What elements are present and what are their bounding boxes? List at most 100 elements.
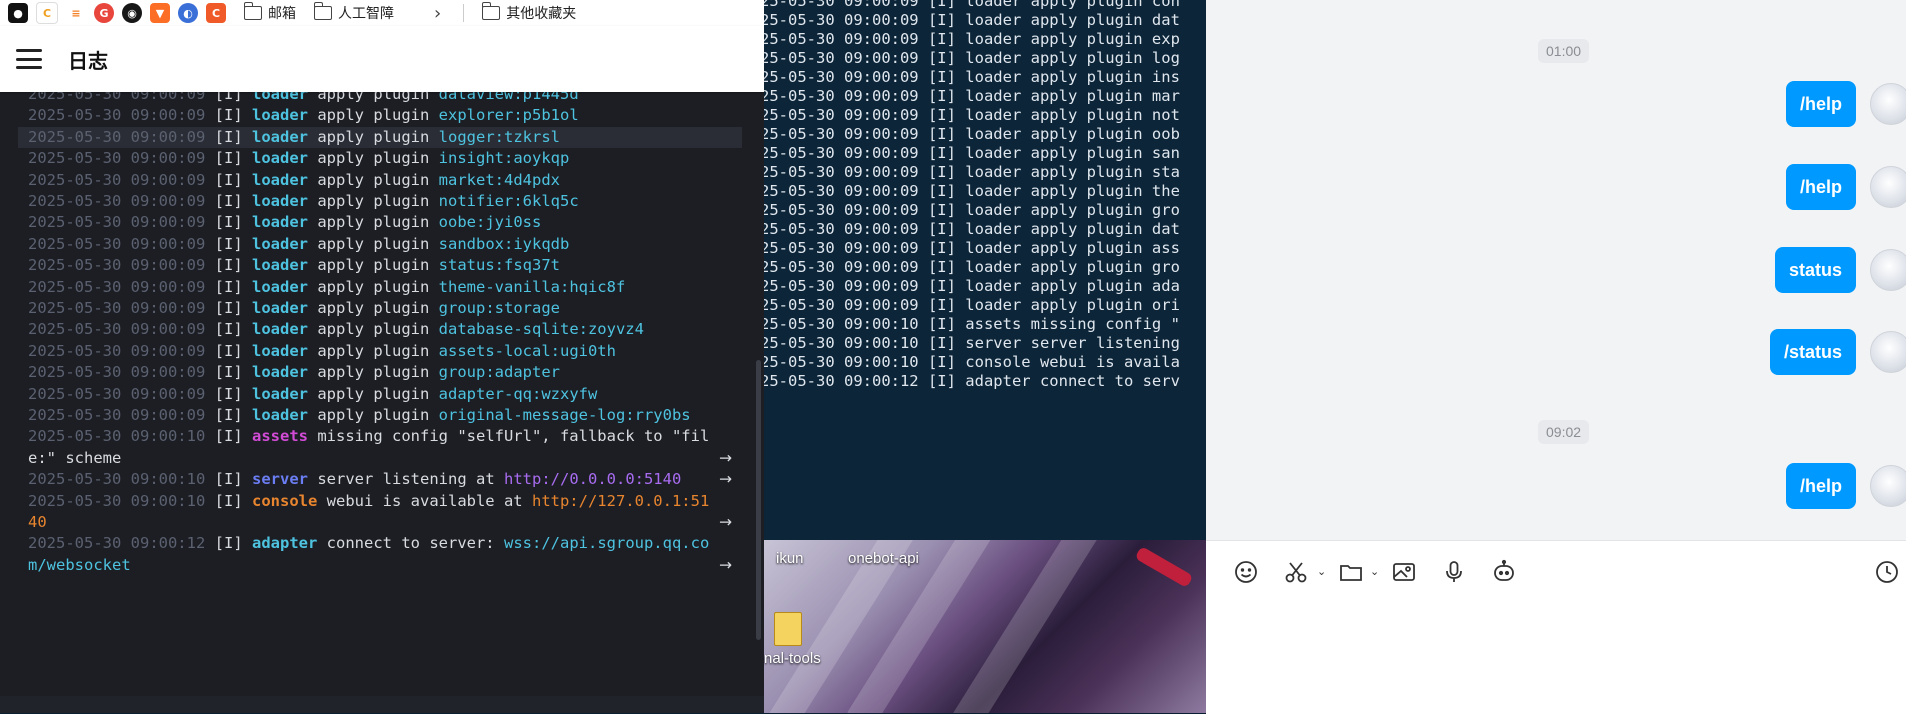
chevron-right-icon[interactable]: › [434,3,441,24]
log-entry: 2025-05-30 09:00:09 [I] loader apply plu… [18,126,742,149]
avatar[interactable] [1870,249,1906,291]
clock-icon[interactable] [1872,557,1902,587]
log-timestamp: 2025-05-30 09:00:09 [28,106,206,125]
log-message: missing config "selfUrl", fallback to "f… [317,427,710,446]
time-chip: 09:02 [1538,420,1590,444]
chevron-down-icon[interactable]: ⌄ [1317,565,1326,578]
chevron-down-icon[interactable]: ⌄ [1370,565,1379,578]
desktop-icon-label[interactable]: nal-tools [764,650,821,667]
message-bubble[interactable]: status [1774,247,1856,293]
log-message: apply plugin [317,106,430,125]
log-level: [I] [214,341,243,360]
log-plugin-name: insight:aoykqp [438,149,570,168]
log-level: [I] [214,384,243,403]
folder-icon [481,2,501,20]
arrow-right-icon[interactable]: → [719,448,732,469]
terminal-line: 25-05-30 09:00:12 [I] adapter connect to… [764,372,1180,390]
image-icon[interactable] [1389,557,1419,587]
log-message: server listening at [317,470,495,489]
app-icon-2[interactable]: C [36,2,58,24]
scrollbar[interactable] [756,360,761,640]
c-app-icon[interactable]: C [206,3,226,23]
log-level: [I] [214,470,243,489]
google-icon[interactable]: G [94,3,114,23]
app-icon-1[interactable]: ● [8,3,28,23]
gitlab-icon[interactable]: ▼ [150,3,170,23]
page-title: 日志 [68,50,108,73]
log-message: e:" scheme [28,448,122,467]
log-plugin-name: logger:tzkrsl [438,127,560,146]
microphone-icon[interactable] [1439,557,1469,587]
log-entry: 2025-05-30 09:00:12 [I] adapter connect … [18,533,742,554]
log-timestamp: 2025-05-30 09:00:09 [28,320,206,339]
menu-icon[interactable] [16,49,42,69]
log-level: [I] [214,427,243,446]
log-timestamp: 2025-05-30 09:00:10 [28,470,206,489]
log-timestamp: 2025-05-30 09:00:09 [28,234,206,253]
log-module: loader [252,256,308,275]
avatar[interactable] [1870,465,1906,507]
log-level: [I] [214,127,243,146]
log-link[interactable]: m/websocket [18,556,131,574]
avatar[interactable] [1870,166,1906,208]
log-timestamp: 2025-05-30 09:00:09 [28,192,206,210]
folder-icon[interactable] [774,612,802,646]
message-composer[interactable]: ⌄ ⌄ [1206,540,1906,714]
message-bubble[interactable]: /status [1769,329,1856,375]
log-link[interactable]: http://127.0.0.1:51 [532,492,709,510]
github-icon[interactable]: ◉ [122,3,142,23]
log-module: loader [252,213,308,232]
log-level: [I] [214,106,243,125]
arrow-right-icon[interactable]: → [719,555,732,576]
log-level: [I] [214,149,243,168]
log-level: [I] [214,534,243,553]
log-entry: 2025-05-30 09:00:09 [I] loader apply plu… [18,191,742,212]
bookmark-folder-ai[interactable]: 人工智障 [313,2,394,23]
log-level: [I] [214,491,243,510]
log-module: loader [252,341,308,360]
message-bubble[interactable]: /help [1785,81,1856,127]
log-timestamp: 2025-05-30 09:00:12 [28,534,206,553]
folder-icon[interactable] [1336,557,1366,587]
log-timestamp: 2025-05-30 09:00:09 [28,363,206,382]
log-entry: 2025-05-30 09:00:09 [I] loader apply plu… [18,362,742,383]
log-message: apply plugin [317,149,430,168]
log-level: [I] [214,320,243,339]
log-plugin-name: sandbox:iykqdb [438,234,570,253]
log-level: [I] [214,299,243,317]
arrow-right-icon[interactable]: → [719,469,732,490]
log-message: apply plugin [317,234,430,253]
log-entry: 2025-05-30 09:00:09 [I] loader apply plu… [18,148,742,169]
robot-icon[interactable] [1489,557,1519,587]
log-timestamp: 2025-05-30 09:00:09 [28,299,206,317]
emoji-icon[interactable] [1231,557,1261,587]
avatar[interactable] [1870,331,1906,373]
log-plugin-name: oobe:jyi0ss [438,213,542,232]
log-module: loader [252,192,308,210]
log-module: server [252,470,308,489]
log-level: [I] [214,406,243,424]
desktop-icon-label[interactable]: ikun [776,550,804,567]
message-bubble[interactable]: /help [1785,164,1856,210]
log-link[interactable]: http://0.0.0.0:5140 [504,470,681,488]
log-message: apply plugin [317,341,430,360]
chrome-app-icon[interactable]: ◐ [178,3,198,23]
log-message: apply plugin [317,363,430,382]
log-entry: 2025-05-30 09:00:10 [I] server server li… [18,469,742,490]
arrow-right-icon[interactable]: → [719,512,732,533]
log-link[interactable]: 40 [18,513,47,531]
log-module: loader [252,127,308,146]
log-module: loader [252,299,308,317]
stackoverflow-icon[interactable]: ≡ [66,3,86,23]
log-link[interactable]: wss://api.sgroup.qq.co [504,534,709,552]
log-message: apply plugin [317,384,430,403]
bookmark-folder-mail[interactable]: 邮箱 [243,2,296,23]
desktop-icon-label[interactable]: onebot-api [848,550,919,567]
message-bubble[interactable]: /help [1785,463,1856,509]
log-plugin-name: market:4d4pdx [438,170,560,189]
avatar[interactable] [1870,83,1906,125]
scissors-icon[interactable] [1281,557,1311,587]
log-entry: 2025-05-30 09:00:10 [I] assets missing c… [18,426,742,447]
log-level: [I] [214,363,243,382]
bookmark-folder-other[interactable]: 其他收藏夹 [481,2,576,23]
